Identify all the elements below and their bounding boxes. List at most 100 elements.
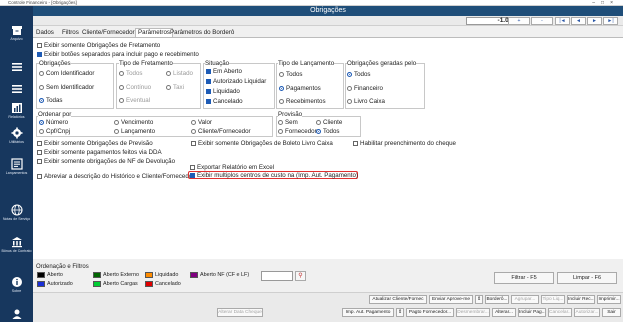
action-bar: Atualizar Cliente/Fornec Enviar Aprove-m… [33,292,623,322]
tab-cliente-fornecedor[interactable]: Cliente/Fornecedor [82,28,135,37]
em-aberto-checkbox[interactable]: Em Aberto [206,68,242,75]
agrupar-button[interactable]: Agrupar... [511,295,539,304]
atualizar-cliente-button[interactable]: Atualizar Cliente/Fornec [369,295,427,304]
previsao-checkbox[interactable]: Exibir somente Obrigações de Previsão [37,140,153,147]
sidebar-item-sobre[interactable]: Sobre [0,276,33,293]
sair-button[interactable]: Sair [602,308,621,317]
radio-prov-todos[interactable]: Todos [316,128,340,135]
pagto-fornecedor-button[interactable]: Pagto Fornecedor... [406,308,454,317]
incluir-pag-button[interactable]: Incluir Pag... [518,308,546,317]
radio-prov-fornecedor[interactable]: Fornecedor [278,128,317,135]
alterar-button[interactable]: Alterar... [492,308,516,317]
radio-prov-sem[interactable]: Sem [278,119,298,126]
radio-ord-lancamento[interactable]: Lançamento [114,128,155,135]
sidebar-item-arquivo[interactable]: Arquivo [0,24,33,41]
radio-lanc-todos[interactable]: Todos [279,71,303,78]
cancelado-checkbox[interactable]: Cancelado [206,98,243,105]
nf-devolucao-checkbox[interactable]: Exibir somente obrigações de NF de Devol… [37,158,175,165]
limpar-button[interactable]: Limpar - F6 [557,272,617,284]
swatch-aberto-nf [190,272,198,278]
archive-icon [11,26,22,35]
radio-frete-eventual[interactable]: Eventual [119,97,150,104]
record-toolbar: -1.000,00 + - |◄ ◄ ► ►| [33,16,623,26]
geradas-pelo-title: Obrigações geradas pelo [347,60,417,67]
last-record-button[interactable]: ►| [603,17,618,25]
list-icon [10,158,23,170]
liquidado-checkbox[interactable]: Liquidado [206,88,240,95]
sidebar-item-user[interactable] [0,308,33,320]
next-record-button[interactable]: ► [587,17,602,25]
radio-ord-vencimento[interactable]: Vencimento [114,119,153,126]
multiplos-centros-checkbox[interactable]: Exibir multiplos centros de custo na (Im… [190,172,358,179]
obrigacoes-title: Obrigações [39,60,71,67]
dda-checkbox[interactable]: Exibir somente pagamentos feitos via DDA [37,149,162,156]
legend-autorizado: Autorizado [47,281,73,287]
lookup-icon[interactable]: ⚲ [295,271,306,281]
add-record-button[interactable]: + [508,17,530,25]
enviar-aproveme-button[interactable]: Enviar Aprove-me [429,295,473,304]
radio-frete-todos[interactable]: Todos [119,70,143,77]
sidebar-item-relatorios[interactable]: Relatórios [0,102,33,119]
desmembrar-button[interactable]: Desmembrar... [456,308,490,317]
first-record-button[interactable]: |◄ [555,17,570,25]
radio-ord-numero[interactable]: Número [39,119,68,126]
swatch-aberto-externo [93,272,101,278]
page-title: Obrigações [33,6,623,16]
radio-sem-identificador[interactable]: Sem Identificador [39,84,94,91]
abreviar-checkbox[interactable]: Abreviar a descrição do Histórico e Clie… [37,173,194,180]
sidebar-item-bonus[interactable]: Bônus de Contrato [0,236,33,253]
radio-gerada-livro-caixa[interactable]: Livro Caixa [347,98,385,105]
spin-button-2[interactable]: ⇕ [396,308,404,317]
boleto-livro-caixa-checkbox[interactable]: Exibir somente Obrigações de Boleto Livr… [191,140,333,147]
sidebar-item-menu-2[interactable] [0,83,33,95]
legend-aberto: Aberto [47,272,63,278]
imprimir-button[interactable]: Imprimir... [597,295,621,304]
autorizar-button[interactable]: Autorizar... [574,308,600,317]
radio-gerada-financeiro[interactable]: Financeiro [347,85,383,92]
radio-frete-listado[interactable]: Listado [166,70,193,77]
tipo-liq-button[interactable]: Tipo Liq... [541,295,565,304]
habilitar-cheque-checkbox[interactable]: Habilitar preenchimento do cheque [353,140,456,147]
tipo-fretamento-title: Tipo de Fretamento [119,60,173,67]
tab-filtros[interactable]: Filtros [62,28,79,37]
menu-icon [11,63,22,71]
radio-com-identificador[interactable]: Com Identificador [39,70,95,77]
radio-todas[interactable]: Todas [39,97,63,104]
legend-title: Ordenação e Filtros [36,264,89,270]
tab-dados[interactable]: Dados [36,28,54,37]
alterar-data-cheque-button[interactable]: Alterar Data Cheque [217,308,263,317]
incluir-rec-button[interactable]: Incluir Rec... [567,295,595,304]
tab-parametros[interactable]: Parâmetros [135,28,173,37]
legend-aberto-nf: Aberto NF (CF e LF) [200,272,250,278]
prev-record-button[interactable]: ◄ [571,17,586,25]
sidebar-item-notas[interactable]: Notas de Serviço [0,204,33,221]
tab-parametros-bordero[interactable]: Parâmetros do Borderô [170,28,234,37]
filter-input[interactable] [261,271,293,281]
radio-lanc-pagamentos[interactable]: Pagamentos [279,85,321,92]
swatch-aberto-cargas [93,281,101,287]
radio-frete-taxi[interactable]: Taxi [166,84,184,91]
fretamento-checkbox[interactable]: Exibir somente Obrigações de Fretamento [37,42,160,49]
autorizado-liquidar-checkbox[interactable]: Autorizado Liquidar [206,78,266,85]
provisao-title: Provisão [278,111,303,118]
sidebar-item-lancamentos[interactable]: Lançamentos [0,158,33,175]
spin-button[interactable]: ⇕ [475,295,483,304]
radio-prov-cliente[interactable]: Cliente [316,119,342,126]
parametros-panel: Exibir somente Obrigações de Fretamento … [33,37,623,259]
radio-ord-valor[interactable]: Valor [191,119,212,126]
radio-gerada-todos[interactable]: Todos [347,71,371,78]
radio-ord-cliente[interactable]: Cliente/Fornecedor [191,128,251,135]
bordero-button[interactable]: Borderô... [485,295,509,304]
radio-lanc-recebimentos[interactable]: Recebimentos [279,98,326,105]
filtrar-button[interactable]: Filtrar - F5 [494,272,554,284]
imp-aut-pagamento-button[interactable]: Imp. Aut. Pagamento [342,308,394,317]
radio-frete-continuo[interactable]: Contínuo [119,84,151,91]
sidebar-item-menu-1[interactable] [0,61,33,73]
delete-record-button[interactable]: - [531,17,553,25]
legend-aberto-cargas: Aberto Cargas [103,281,138,287]
radio-ord-cpf[interactable]: Cpf/Cnpj [39,128,70,135]
sidebar-item-utilitarios[interactable]: Utilitários [0,127,33,144]
cancelar-button[interactable]: Cancelar... [548,308,572,317]
exportar-excel-checkbox[interactable]: Exportar Relatório em Excel [190,164,274,171]
botoes-separados-checkbox[interactable]: Exibir botões separados para incluir pag… [37,51,199,58]
